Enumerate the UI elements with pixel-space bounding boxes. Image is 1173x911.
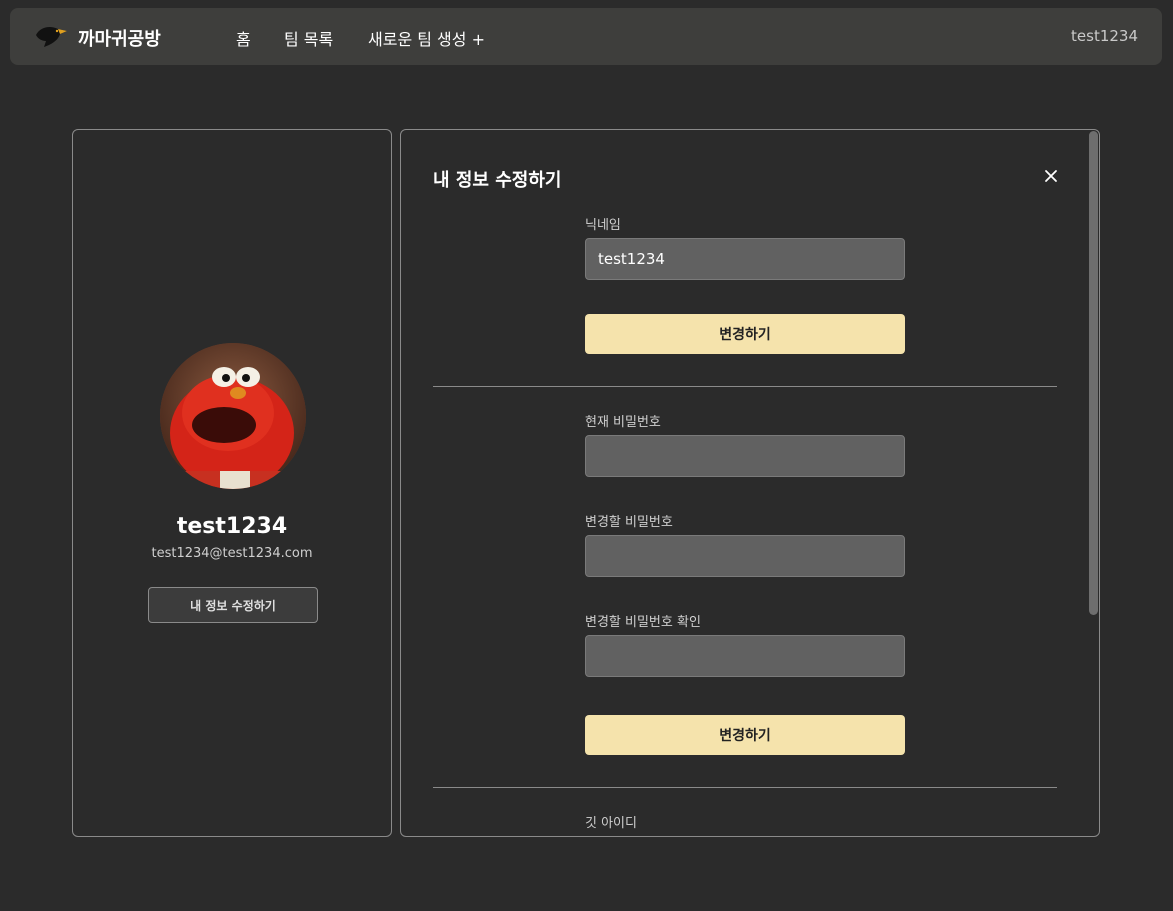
- panel-title: 내 정보 수정하기: [433, 170, 562, 191]
- close-icon[interactable]: [1043, 168, 1059, 184]
- section-divider: [433, 787, 1057, 788]
- nickname-submit-button[interactable]: 변경하기: [585, 314, 905, 354]
- git-id-label: 깃 아이디: [585, 816, 637, 831]
- current-password-label: 현재 비밀번호: [585, 415, 661, 430]
- edit-profile-button[interactable]: 내 정보 수정하기: [148, 587, 318, 623]
- confirm-password-label: 변경할 비밀번호 확인: [585, 615, 701, 630]
- section-divider: [433, 386, 1057, 387]
- profile-name: test1234: [176, 514, 288, 539]
- current-password-input[interactable]: [585, 435, 905, 477]
- nickname-input[interactable]: [585, 238, 905, 280]
- edit-profile-panel: 내 정보 수정하기 닉네임 변경하기 현재 비밀번호 변경할 비밀번호 변경할 …: [400, 129, 1100, 837]
- nav-home-link[interactable]: 홈: [236, 26, 251, 50]
- nickname-label: 닉네임: [585, 218, 621, 233]
- profile-card: test1234 test1234@test1234.com 내 정보 수정하기: [72, 129, 392, 837]
- nav-new-team-link[interactable]: 새로운 팀 생성 +: [368, 26, 485, 50]
- top-navbar: 까마귀공방 홈 팀 목록 새로운 팀 생성 + test1234: [10, 8, 1162, 65]
- crow-icon[interactable]: [34, 23, 68, 49]
- panel-scrollbar[interactable]: [1089, 131, 1098, 615]
- new-password-label: 변경할 비밀번호: [585, 515, 673, 530]
- nav-username[interactable]: test1234: [1071, 27, 1138, 45]
- profile-email: test1234@test1234.com: [151, 546, 313, 561]
- confirm-password-input[interactable]: [585, 635, 905, 677]
- new-password-input[interactable]: [585, 535, 905, 577]
- nav-teams-link[interactable]: 팀 목록: [284, 26, 333, 50]
- avatar-image: [160, 343, 306, 489]
- avatar: [160, 343, 306, 489]
- password-submit-button[interactable]: 변경하기: [585, 715, 905, 755]
- brand-name[interactable]: 까마귀공방: [78, 25, 161, 51]
